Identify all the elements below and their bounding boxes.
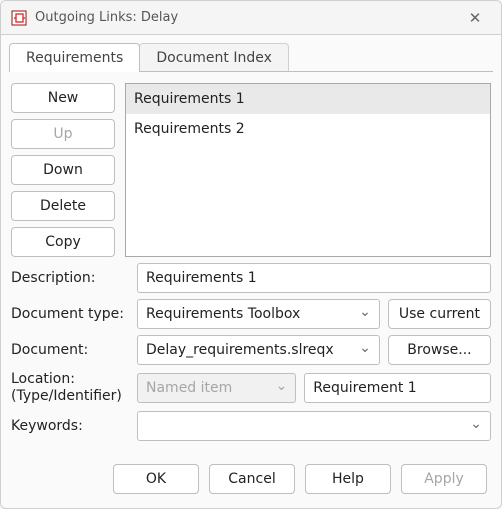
app-icon [11, 10, 27, 26]
delete-button[interactable]: Delete [11, 191, 115, 221]
tab-content-requirements: New Up Down Delete Copy Requirements 1 R… [1, 73, 501, 454]
dialog-window: Outgoing Links: Delay ✕ Requirements Doc… [0, 0, 502, 509]
dialog-footer: OK Cancel Help Apply [1, 454, 501, 508]
close-icon[interactable]: ✕ [459, 9, 491, 27]
document-combo[interactable]: Delay_requirements.slreqx [137, 335, 380, 365]
description-field[interactable]: Requirements 1 [137, 263, 491, 293]
document-label: Document: [11, 342, 129, 358]
tab-requirements[interactable]: Requirements [9, 43, 140, 72]
keywords-label: Keywords: [11, 418, 129, 434]
requirements-listbox[interactable]: Requirements 1 Requirements 2 [125, 83, 491, 257]
tab-label: Document Index [156, 50, 272, 66]
help-button[interactable]: Help [305, 464, 391, 494]
ok-button[interactable]: OK [113, 464, 199, 494]
details-form: Description: Requirements 1 Document typ… [11, 263, 491, 441]
tab-label: Requirements [26, 50, 123, 66]
location-label: Location: (Type/Identifier) [11, 371, 129, 405]
use-current-button[interactable]: Use current [388, 299, 491, 329]
browse-button[interactable]: Browse... [388, 335, 491, 365]
new-button[interactable]: New [11, 83, 115, 113]
location-type-combo[interactable]: Named item [137, 373, 296, 403]
copy-button[interactable]: Copy [11, 227, 115, 257]
document-type-label: Document type: [11, 306, 129, 322]
document-type-combo[interactable]: Requirements Toolbox [137, 299, 380, 329]
list-item[interactable]: Requirements 2 [126, 114, 490, 144]
up-button[interactable]: Up [11, 119, 115, 149]
apply-button[interactable]: Apply [401, 464, 487, 494]
list-editor-row: New Up Down Delete Copy Requirements 1 R… [11, 83, 491, 257]
list-side-buttons: New Up Down Delete Copy [11, 83, 115, 257]
list-item[interactable]: Requirements 1 [126, 84, 490, 114]
window-title: Outgoing Links: Delay [35, 10, 459, 25]
tab-document-index[interactable]: Document Index [139, 43, 289, 72]
location-identifier-field[interactable]: Requirement 1 [304, 373, 491, 403]
down-button[interactable]: Down [11, 155, 115, 185]
titlebar: Outgoing Links: Delay ✕ [1, 1, 501, 35]
description-label: Description: [11, 270, 129, 286]
keywords-combo[interactable] [137, 411, 491, 441]
tabstrip: Requirements Document Index [1, 35, 501, 72]
cancel-button[interactable]: Cancel [209, 464, 295, 494]
